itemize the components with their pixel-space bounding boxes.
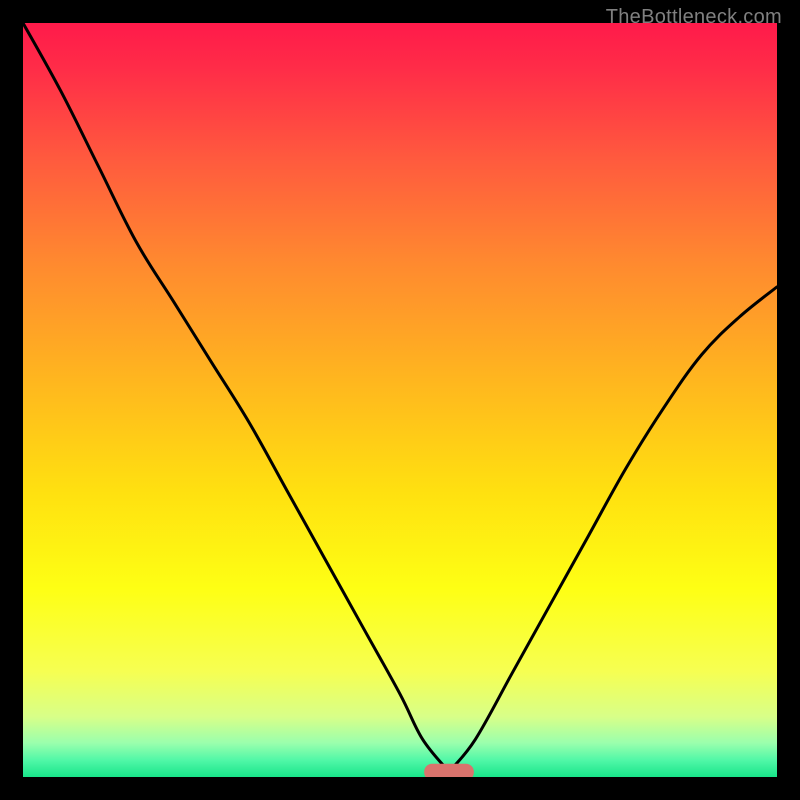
chart-svg (23, 23, 777, 777)
watermark-text: TheBottleneck.com (606, 6, 782, 29)
chart-background-gradient (23, 23, 777, 777)
bottleneck-marker (424, 764, 474, 777)
bottleneck-chart (23, 23, 777, 777)
